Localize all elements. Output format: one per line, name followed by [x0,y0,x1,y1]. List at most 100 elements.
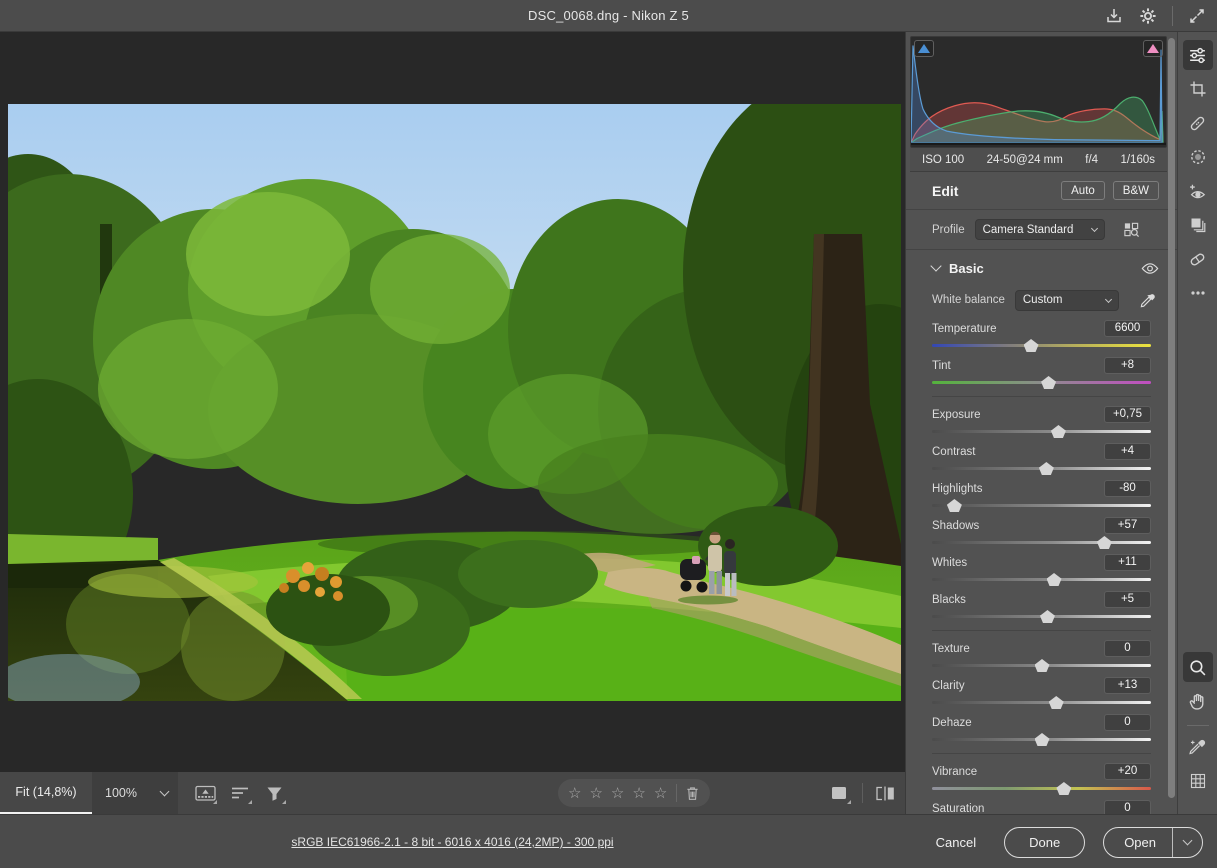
slider-thumb-contrast[interactable] [1039,462,1054,475]
star-icon[interactable]: ☆ [611,786,624,801]
slider-track-blacks[interactable] [932,610,1151,623]
slider-value-clarity[interactable]: +13 [1104,677,1151,694]
hand-tool[interactable] [1183,686,1213,716]
slider-track-dehaze[interactable] [932,733,1151,746]
slider-track-shadows[interactable] [932,536,1151,549]
slider-blacks: Blacks+5 [932,591,1151,623]
slider-value-tint[interactable]: +8 [1104,357,1151,374]
slider-thumb-dehaze[interactable] [1035,733,1050,746]
fit-zoom-tab[interactable]: Fit (14,8%) [0,772,92,814]
slider-label-vibrance: Vibrance [932,766,977,778]
slider-value-whites[interactable]: +11 [1104,554,1151,571]
slider-texture: Texture0 [932,640,1151,672]
profile-browser-icon[interactable] [1123,221,1140,238]
star-icon[interactable]: ☆ [654,786,667,801]
cancel-button[interactable]: Cancel [926,829,986,856]
grid-overlay-toggle[interactable] [1183,766,1213,796]
zoom-100-tab[interactable]: 100% [92,772,150,814]
layers-icon [1189,216,1207,234]
star-icon[interactable]: ☆ [632,786,645,801]
histogram[interactable] [910,36,1167,148]
image-canvas[interactable] [0,32,905,772]
single-view-icon[interactable] [826,780,852,806]
panel-scrollbar[interactable] [1168,38,1175,798]
slider-value-dehaze[interactable]: 0 [1104,714,1151,731]
slider-value-exposure[interactable]: +0,75 [1104,406,1151,423]
masking-tool[interactable] [1183,142,1213,172]
slider-thumb-shadows[interactable] [1097,536,1112,549]
slider-value-contrast[interactable]: +4 [1104,443,1151,460]
slider-thumb-texture[interactable] [1035,659,1050,672]
sort-order-icon[interactable] [227,780,253,806]
edit-tool[interactable] [1183,40,1213,70]
before-after-icon[interactable] [872,780,898,806]
masking-circle-icon [1189,148,1207,166]
open-options-button[interactable] [1172,828,1202,857]
footer-bar: sRGB IEC61966-2.1 - 8 bit - 6016 x 4016 … [0,814,1217,868]
slider-track-contrast[interactable] [932,462,1151,475]
capsule-icon [1188,250,1207,269]
basic-section-header[interactable]: Basic [906,250,1177,286]
white-balance-dropdown[interactable]: Custom [1015,290,1119,311]
shadow-clipping-toggle[interactable] [914,40,934,57]
export-icon[interactable] [1104,6,1124,26]
slider-thumb-vibrance[interactable] [1056,782,1071,795]
crop-tool[interactable] [1183,74,1213,104]
slider-value-saturation[interactable]: 0 [1104,800,1151,814]
red-eye-tool[interactable] [1183,176,1213,206]
bw-button[interactable]: B&W [1113,181,1159,200]
slider-track-clarity[interactable] [932,696,1151,709]
slider-thumb-blacks[interactable] [1040,610,1055,623]
white-balance-eyedropper-icon[interactable] [1139,292,1156,309]
filmstrip-toggle-icon[interactable] [192,780,218,806]
slider-track-temperature[interactable] [932,339,1151,352]
crop-icon [1189,80,1207,98]
slider-track-texture[interactable] [932,659,1151,672]
trash-icon[interactable] [686,783,700,803]
highlight-clipping-toggle[interactable] [1143,40,1163,57]
slider-track-whites[interactable] [932,573,1151,586]
zoom-tool[interactable] [1183,652,1213,682]
view-toolbar: Fit (14,8%) 100% ☆ ☆ ☆ ☆ ☆ [0,772,905,814]
slider-value-texture[interactable]: 0 [1104,640,1151,657]
slider-track-vibrance[interactable] [932,782,1151,795]
tools-column [1177,32,1217,814]
zoom-menu-button[interactable] [150,772,178,814]
eye-icon[interactable] [1141,262,1159,275]
slider-thumb-highlights[interactable] [947,499,962,512]
slider-thumb-whites[interactable] [1047,573,1062,586]
zoom-level-label: 100% [105,786,137,800]
filter-icon[interactable] [261,780,287,806]
star-icon[interactable]: ☆ [568,786,581,801]
grid-icon [1189,772,1207,790]
photo-preview[interactable] [8,104,901,701]
open-button[interactable]: Open [1104,828,1172,857]
chevron-down-icon [930,260,941,271]
auto-button[interactable]: Auto [1061,181,1105,200]
slider-value-vibrance[interactable]: +20 [1104,763,1151,780]
slider-track-exposure[interactable] [932,425,1151,438]
red-eye-icon [1188,182,1207,201]
slider-thumb-clarity[interactable] [1049,696,1064,709]
slider-track-highlights[interactable] [932,499,1151,512]
slider-value-blacks[interactable]: +5 [1104,591,1151,608]
slider-value-temperature[interactable]: 6600 [1104,320,1151,337]
slider-thumb-tint[interactable] [1041,376,1056,389]
eyedropper-sparkle-icon [1188,738,1207,757]
snapshots-tool[interactable] [1183,244,1213,274]
healing-tool[interactable] [1183,108,1213,138]
done-button[interactable]: Done [1004,827,1085,858]
fullscreen-icon[interactable] [1187,6,1207,26]
gear-icon[interactable] [1138,6,1158,26]
star-icon[interactable]: ☆ [589,786,602,801]
slider-thumb-exposure[interactable] [1051,425,1066,438]
color-sampler-tool[interactable] [1183,732,1213,762]
profile-dropdown[interactable]: Camera Standard [975,219,1105,240]
output-settings-link[interactable]: sRGB IEC61966-2.1 - 8 bit - 6016 x 4016 … [291,835,613,849]
presets-tool[interactable] [1183,210,1213,240]
slider-value-highlights[interactable]: -80 [1104,480,1151,497]
more-tools[interactable] [1183,278,1213,308]
slider-value-shadows[interactable]: +57 [1104,517,1151,534]
slider-thumb-temperature[interactable] [1024,339,1039,352]
slider-track-tint[interactable] [932,376,1151,389]
